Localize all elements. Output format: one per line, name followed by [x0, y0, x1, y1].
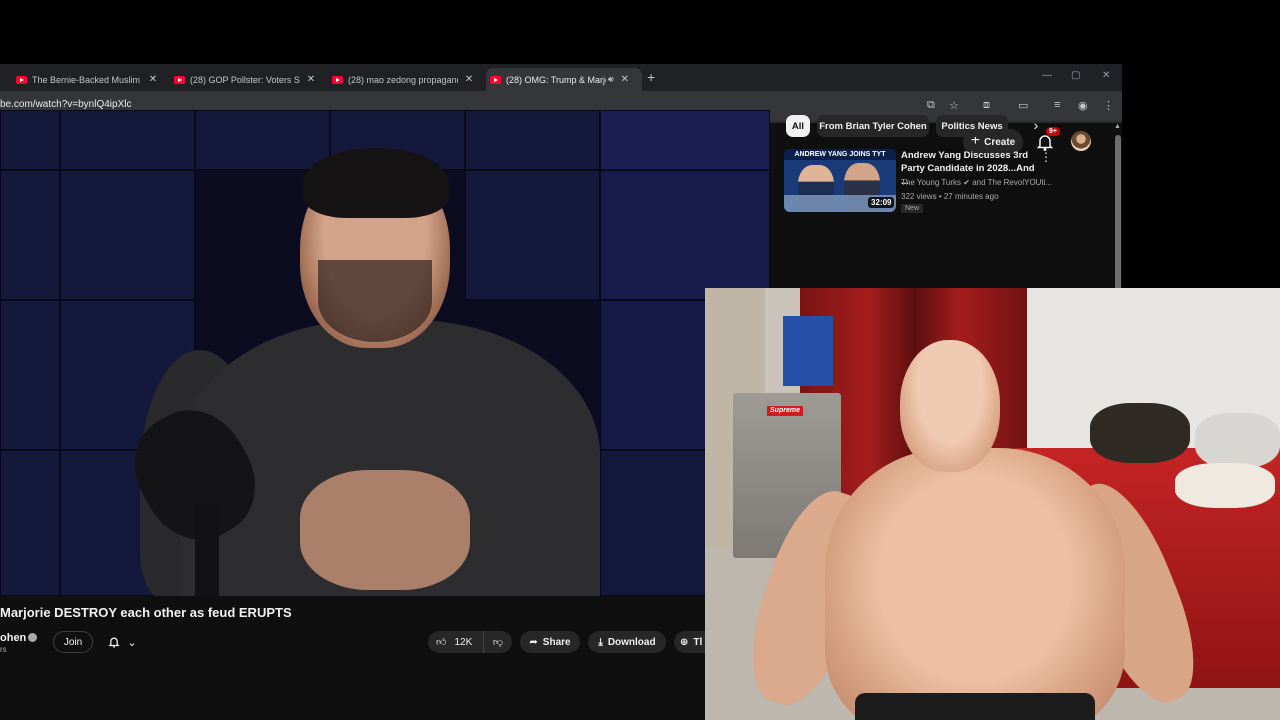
like-count: 12K: [454, 636, 473, 648]
download-label: Download: [607, 636, 656, 648]
menu-kebab-icon[interactable]: ⋮: [1103, 99, 1114, 112]
new-badge: New: [901, 204, 924, 213]
like-dislike-group: 👍︎ 12K 👎︎: [428, 631, 512, 653]
tab-close-icon[interactable]: ✕: [462, 74, 476, 85]
create-label: Create: [984, 136, 1016, 148]
acoustic-panel: [60, 170, 195, 300]
youtube-favicon-icon: [174, 75, 185, 84]
chip-all[interactable]: All: [786, 115, 810, 137]
chip-from-channel[interactable]: From Brian Tyler Cohen: [817, 115, 929, 137]
channel-name: The Young Turks: [901, 178, 962, 187]
streamer-head: [900, 340, 1000, 472]
share-button[interactable]: ➦ Share: [520, 631, 580, 653]
account-avatar[interactable]: [1071, 131, 1091, 151]
youtube-favicon-icon: [16, 75, 27, 84]
video-player[interactable]: [0, 110, 770, 596]
acoustic-panel: [0, 170, 60, 300]
microphone-stand: [195, 500, 219, 596]
maximize-icon[interactable]: ▢: [1071, 70, 1080, 81]
browser-tab-active[interactable]: (28) OMG: Trump & Marjor 🔊︎ ✕: [486, 68, 642, 91]
chevron-down-icon: ⌄: [127, 636, 137, 649]
share-label: Share: [542, 636, 571, 648]
tab-close-icon[interactable]: ✕: [618, 74, 632, 85]
host-hands: [300, 470, 470, 590]
blue-box: [783, 316, 833, 386]
share-arrow-icon: ➦: [529, 636, 538, 648]
youtube-favicon-icon: [332, 75, 343, 84]
tab-title: (28) OMG: Trump & Marjor: [506, 74, 606, 85]
scroll-up-arrow-icon[interactable]: ▲: [1114, 123, 1121, 130]
fridge-sticker: Supreme: [767, 406, 803, 416]
acoustic-panel: [0, 110, 60, 170]
scrollbar-thumb[interactable]: [1115, 135, 1121, 295]
video-title: Marjorie DESTROY each other as feud ERUP…: [0, 605, 292, 620]
bell-icon: [108, 637, 121, 648]
tab-close-icon[interactable]: ✕: [146, 74, 160, 85]
webcam-overlay: Supreme: [705, 288, 1280, 720]
chip-politics-news[interactable]: Politics News: [936, 115, 1008, 137]
verified-check-icon: ✔︎: [963, 178, 970, 187]
acoustic-panel: [195, 110, 330, 170]
browser-tab[interactable]: (28) GOP Pollster: Voters SWIN ✕: [170, 68, 322, 91]
tab-title: (28) mao zedong propaganda: [348, 74, 458, 85]
white-pillow: [1195, 413, 1280, 468]
thanks-label: Tl: [693, 636, 703, 648]
url-field[interactable]: be.com/watch?v=bynlQ4ipXlc: [0, 99, 131, 110]
patterned-pillow: [1090, 403, 1190, 463]
profile-icon[interactable]: ◉: [1078, 99, 1088, 112]
acoustic-panel: [600, 110, 770, 170]
media-controls-icon[interactable]: ≡: [1054, 99, 1060, 111]
verified-check-icon: [28, 633, 37, 642]
acoustic-panel: [0, 450, 60, 596]
recommendation-meta: 322 views • 27 minutes ago: [901, 192, 999, 201]
tab-title: The Bernie-Backed Muslim Pro: [32, 74, 142, 85]
streamer-shorts: [855, 693, 1095, 720]
notification-count-badge: 9+: [1046, 127, 1060, 136]
dislike-button[interactable]: 👎︎: [484, 631, 512, 653]
acoustic-panel: [60, 110, 195, 170]
new-tab-button[interactable]: +: [647, 69, 655, 85]
acoustic-panel: [0, 300, 60, 450]
subscription-notify-button[interactable]: ⌄: [100, 631, 144, 653]
download-button[interactable]: ⤓ Download: [588, 631, 666, 653]
collab-channels: and The RevolYOUti...: [972, 178, 1053, 187]
thumbs-down-icon: 👎︎: [492, 637, 504, 648]
side-panel-icon[interactable]: ▭: [1018, 99, 1028, 112]
subscriber-count-fragment: rs: [0, 645, 7, 654]
acoustic-panel: [465, 170, 600, 300]
chevron-right-icon[interactable]: ›: [1026, 117, 1046, 137]
dollar-heart-icon: ⊕: [680, 636, 689, 648]
acoustic-panel: [465, 110, 600, 170]
browser-tab[interactable]: (28) mao zedong propaganda ✕: [328, 68, 480, 91]
close-window-icon[interactable]: ✕: [1102, 70, 1110, 81]
browser-tab[interactable]: The Bernie-Backed Muslim Pro ✕: [12, 68, 164, 91]
bookmark-star-icon[interactable]: ☆: [949, 99, 959, 112]
thumbnail-banner: ANDREW YANG JOINS TYT: [784, 149, 896, 160]
like-button[interactable]: 👍︎ 12K: [428, 631, 484, 653]
host-hair: [303, 148, 449, 218]
streamer-torso: [825, 448, 1125, 720]
tab-title: (28) GOP Pollster: Voters SWIN: [190, 74, 300, 85]
channel-name[interactable]: ohen: [0, 632, 26, 644]
host-beard: [318, 260, 432, 342]
tab-close-icon[interactable]: ✕: [304, 74, 318, 85]
tab-strip: The Bernie-Backed Muslim Pro ✕ (28) GOP …: [0, 64, 1122, 91]
extensions-icon[interactable]: ⧈: [983, 99, 990, 112]
install-app-icon[interactable]: ⧉: [927, 99, 935, 112]
recommendation-channel[interactable]: The Young Turks ✔︎ and The RevolYOUti...: [901, 178, 1052, 187]
download-icon: ⤓: [598, 636, 603, 648]
bed-cloth: [1175, 463, 1275, 508]
more-actions-icon[interactable]: ⋮: [1040, 150, 1052, 164]
minimize-icon[interactable]: —: [1042, 70, 1052, 81]
join-button[interactable]: Join: [53, 631, 93, 653]
youtube-favicon-icon: [490, 75, 501, 84]
thumbs-up-icon: 👍︎: [436, 637, 447, 648]
speaker-icon[interactable]: 🔊︎: [608, 74, 614, 85]
acoustic-panel: [600, 170, 770, 300]
video-duration-badge: 32:09: [868, 197, 895, 208]
